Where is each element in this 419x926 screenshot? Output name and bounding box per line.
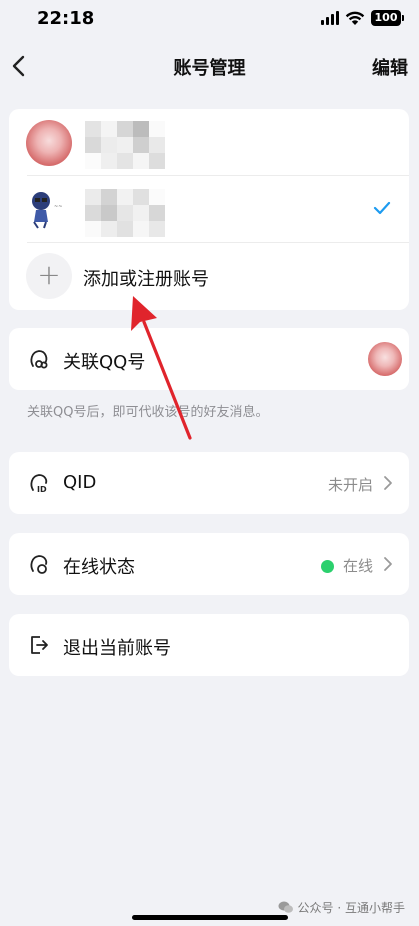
online-indicator-dot (321, 560, 334, 573)
blurred-account-name (85, 121, 165, 169)
accounts-card: ~~ + 添加或注册账号 (9, 109, 409, 310)
logout-row[interactable]: 退出当前账号 (9, 614, 409, 676)
status-bar: 22:18 100 (0, 0, 419, 40)
add-account-button[interactable]: + 添加或注册账号 (9, 242, 409, 310)
online-status-label: 在线状态 (63, 557, 135, 578)
link-qq-hint: 关联QQ号后，即可代收该号的好友消息。 (27, 405, 269, 420)
link-qq-label: 关联QQ号 (63, 352, 146, 373)
wechat-icon (278, 901, 293, 913)
page-title: 账号管理 (173, 58, 246, 79)
watermark-text: 公众号 · 互通小帮手 (297, 901, 405, 915)
avatar: ~~ (26, 186, 72, 232)
qid-row[interactable]: ID QID 未开启 (9, 452, 409, 514)
status-time: 22:18 (37, 8, 95, 29)
qid-icon: ID (30, 474, 48, 494)
blurred-account-name (85, 189, 165, 237)
chevron-right-icon (384, 476, 392, 490)
home-indicator[interactable] (132, 915, 288, 920)
avatar (26, 120, 72, 166)
linked-account-avatar (368, 342, 402, 376)
qid-label: QID (63, 472, 97, 493)
account-row-1[interactable] (9, 109, 409, 175)
plus-icon: + (26, 253, 72, 299)
online-status-row[interactable]: 在线状态 在线 (9, 533, 409, 595)
account-row-2[interactable]: ~~ (9, 175, 409, 241)
online-status-icon (30, 555, 48, 574)
wifi-icon (345, 11, 365, 25)
watermark: 公众号 · 互通小帮手 (278, 899, 405, 916)
cartoon-avatar-icon: ~~ (32, 192, 62, 229)
battery-indicator: 100 (371, 10, 404, 26)
svg-text:ID: ID (37, 485, 47, 494)
chevron-right-icon (384, 557, 392, 571)
online-status-value: 在线 (342, 557, 373, 575)
link-qq-row[interactable]: 关联QQ号 (9, 328, 409, 390)
navigation-bar: 账号管理 编辑 (0, 44, 419, 88)
logout-label: 退出当前账号 (63, 638, 171, 659)
cellular-signal-icon (321, 11, 339, 25)
add-account-label: 添加或注册账号 (83, 269, 209, 290)
logout-icon (31, 636, 48, 654)
svg-text:~~: ~~ (54, 204, 62, 210)
edit-button[interactable]: 编辑 (372, 54, 408, 80)
checkmark-icon (373, 201, 391, 215)
qid-status: 未开启 (327, 476, 373, 494)
link-qq-icon (30, 350, 48, 369)
status-icons: 100 (321, 10, 404, 26)
